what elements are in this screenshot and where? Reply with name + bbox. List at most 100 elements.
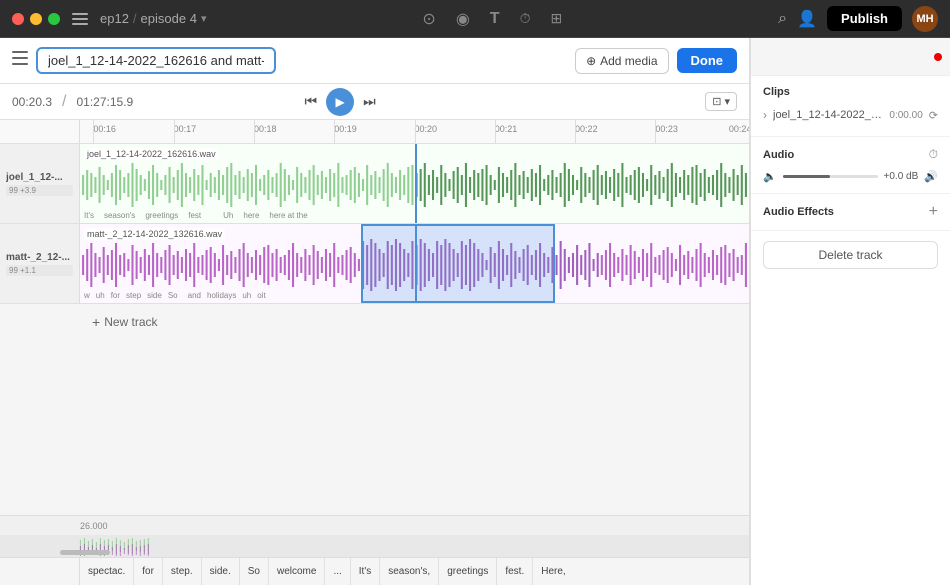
clip-item-time: 0:00.00	[889, 110, 922, 121]
mini-waveform-bar[interactable]	[0, 535, 749, 557]
mini-scrollbar-thumb[interactable]	[60, 550, 110, 555]
transcript-spacer	[0, 558, 80, 585]
skip-forward-button[interactable]: ⏭	[360, 90, 379, 113]
mini-waveform-svg	[0, 535, 749, 557]
audio-clock-icon[interactable]: ⏱	[929, 147, 938, 162]
track-filename-matt: matt-_2_12-14-2022_132616.wav	[84, 228, 225, 240]
fit-button[interactable]: ⊡ ▾	[705, 92, 737, 111]
volume-low-icon: 🔈	[763, 170, 777, 183]
publish-button[interactable]: Publish	[827, 6, 902, 31]
search-icon[interactable]: ⌕	[778, 10, 787, 28]
tick-line-2	[174, 120, 175, 143]
clip-item: › joel_1_12-14-2022_1626... 0:00.00 ⟳	[763, 104, 938, 126]
clips-section: Clips › joel_1_12-14-2022_1626... 0:00.0…	[751, 76, 950, 137]
tick-1616: 00:16	[93, 124, 116, 134]
transcript-words-list: spectac. for step. side. So welcome ... …	[80, 558, 574, 585]
minimize-button[interactable]	[30, 13, 42, 25]
add-effect-button[interactable]: +	[929, 204, 938, 220]
ruler-spacer	[0, 120, 80, 143]
traffic-lights	[12, 13, 60, 25]
track-row-joel: joel_1_12-... 99 +3.9 joel_1_12-14-2022_…	[0, 144, 749, 224]
effects-section-title: Audio Effects	[763, 206, 834, 218]
clip-loop-icon[interactable]: ⟳	[929, 109, 938, 122]
empty-tracks-area[interactable]	[0, 340, 749, 515]
skip-back-button[interactable]: ⏮	[301, 90, 320, 113]
breadcrumb-sep: /	[133, 11, 137, 26]
track-editor: ⊕ Add media Done 00:20.3 / 01:27:15.9 ⏮ …	[0, 38, 750, 585]
record-icon[interactable]: ◉	[456, 9, 470, 29]
clip-item-name: joel_1_12-14-2022_1626...	[773, 109, 883, 121]
track-label-joel: joel_1_12-... 99 +3.9	[0, 144, 80, 223]
clips-section-title: Clips	[763, 86, 938, 98]
delete-track-button[interactable]: Delete track	[763, 241, 938, 269]
camera-icon[interactable]: ⊙	[422, 9, 435, 29]
red-dot	[934, 53, 942, 61]
transcript-word-12: Here,	[533, 558, 573, 585]
clock-icon[interactable]: ⏱	[520, 10, 531, 27]
play-button[interactable]: ▶	[326, 88, 354, 116]
tick-line-4	[334, 120, 335, 143]
track-name-joel: joel_1_12-...	[6, 172, 73, 183]
close-button[interactable]	[12, 13, 24, 25]
volume-value: +0.0 dB	[884, 171, 919, 182]
breadcrumb-ep[interactable]: ep12	[100, 11, 129, 26]
track-speed-matt: 99 +1.1	[6, 265, 73, 276]
toolbar-left	[12, 47, 276, 74]
waveform-matt	[80, 235, 749, 295]
volume-slider[interactable]	[783, 175, 878, 178]
time-controls: 00:20.3 / 01:27:15.9 ⏮ ▶ ⏭ ⊡ ▾	[0, 84, 749, 120]
effects-header: Audio Effects +	[763, 204, 938, 220]
tick-2410: 00:24.10	[729, 124, 749, 134]
tick-2300: 00:23	[655, 124, 678, 134]
toolbar-right: ⊕ Add media Done	[575, 48, 737, 74]
breadcrumb-episode4[interactable]: episode 4	[141, 11, 197, 26]
track-content-joel[interactable]: joel_1_12-14-2022_162616.wav	[80, 144, 749, 223]
waveform-joel	[80, 155, 749, 215]
tick-1900: 00:19	[334, 124, 357, 134]
tick-2200: 00:22	[575, 124, 598, 134]
person-icon[interactable]: 👤	[797, 9, 817, 29]
volume-high-icon: 🔊	[924, 170, 938, 183]
total-time: 01:27:15.9	[77, 95, 134, 109]
titlebar-tools: ⊙ ◉ T ⏱ ⊞	[214, 9, 770, 29]
track-content-matt[interactable]: matt-_2_12-14-2022_132616.wav	[80, 224, 749, 303]
transcript-word-7: ...	[325, 558, 350, 585]
tick-2000: 00:20	[415, 124, 438, 134]
transcript-word-1: spectac.	[80, 558, 134, 585]
main-layout: ⊕ Add media Done 00:20.3 / 01:27:15.9 ⏮ …	[0, 38, 950, 585]
new-track-label: New track	[104, 315, 157, 329]
timeline-ruler: 00:16 00:17 00:18 00:19 00:20 00:21 00:2…	[0, 120, 749, 144]
audio-header: Audio ⏱	[763, 147, 938, 162]
clip-chevron-icon: ›	[763, 108, 767, 122]
text-icon[interactable]: T	[490, 10, 500, 28]
menu-icon[interactable]	[68, 13, 92, 25]
tick-line-6	[495, 120, 496, 143]
current-time: 00:20.3	[12, 95, 52, 109]
avatar: MH	[912, 6, 938, 32]
volume-row: 🔈 +0.0 dB 🔊	[763, 170, 938, 183]
fit-icon: ⊡	[712, 95, 721, 108]
transcript-word-11: fest.	[497, 558, 533, 585]
transcript-word-4: side.	[202, 558, 240, 585]
effects-section: Audio Effects +	[751, 194, 950, 231]
track-words-matt: w uh for step side So and holidays uh oi…	[80, 287, 749, 303]
clip-name-input[interactable]	[36, 47, 276, 74]
transcript-word-2: for	[134, 558, 163, 585]
bottom-number-bar: 26.000	[0, 515, 749, 535]
add-media-icon: ⊕	[586, 54, 596, 68]
new-track-button[interactable]: + New track	[92, 314, 158, 330]
done-button[interactable]: Done	[677, 48, 738, 73]
ruler-ticks: 00:16 00:17 00:18 00:19 00:20 00:21 00:2…	[80, 120, 749, 143]
tick-line-1	[93, 120, 94, 143]
audio-section: Audio ⏱ 🔈 +0.0 dB 🔊	[751, 137, 950, 194]
track-filename-joel: joel_1_12-14-2022_162616.wav	[84, 148, 219, 160]
grid-icon[interactable]: ⊞	[550, 10, 562, 27]
transcript-words-bar: spectac. for step. side. So welcome ... …	[0, 557, 749, 585]
editor-toolbar: ⊕ Add media Done	[0, 38, 749, 84]
tick-2100: 00:21	[495, 124, 518, 134]
add-media-button[interactable]: ⊕ Add media	[575, 48, 668, 74]
tick-1800: 00:18	[254, 124, 277, 134]
maximize-button[interactable]	[48, 13, 60, 25]
hamburger-icon[interactable]	[12, 51, 28, 70]
tracks-container: 00:16 00:17 00:18 00:19 00:20 00:21 00:2…	[0, 120, 749, 585]
